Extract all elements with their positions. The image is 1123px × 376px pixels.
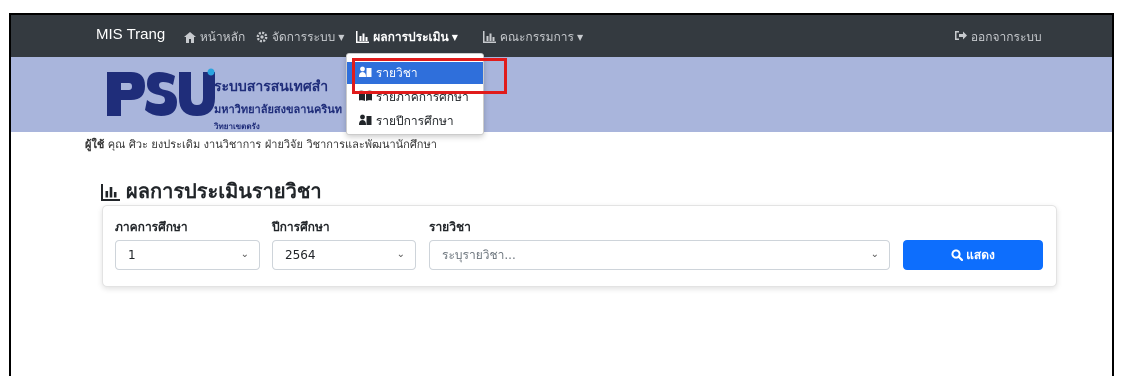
semester-label: ภาคการศึกษา [115,220,188,234]
dropdown-item-year-label: รายปีการศึกษา [375,114,454,128]
chevron-down-icon: ▼ [451,33,458,42]
chevron-down-icon: ⌄ [396,249,405,260]
page-title: ผลการประเมินรายวิชา [101,175,322,207]
semester-select[interactable]: 1 ⌄ [115,240,260,270]
nav-home-label: หน้าหลัก [199,30,246,44]
highlight-annotation-box [352,58,507,94]
show-button[interactable]: แสดง [903,240,1043,270]
chart-icon [101,184,120,201]
nav-committee-label: คณะกรรมการ [499,30,574,44]
nav-evaluation-label: ผลการประเมิน [373,30,449,44]
dropdown-item-year[interactable]: รายปีการศึกษา [347,110,483,132]
top-navbar: MIS Trang หน้าหลัก จัดการระบบ ▼ ผลการประเ… [11,15,1112,57]
nav-committee[interactable]: คณะกรรมการ ▼ [483,28,583,47]
logo-line2: มหาวิทยาลัยสงขลานครินท [214,103,342,116]
nav-system[interactable]: จัดการระบบ ▼ [256,28,344,47]
course-placeholder: ระบุรายวิชา... [442,248,516,262]
logout-icon [955,31,967,40]
year-select[interactable]: 2564 ⌄ [272,240,416,270]
course-label: รายวิชา [429,220,471,234]
logout-link[interactable]: ออกจากระบบ [955,28,1042,47]
logout-label: ออกจากระบบ [970,30,1042,44]
chevron-down-icon: ⌄ [240,249,249,260]
browser-frame: MIS Trang หน้าหลัก จัดการระบบ ▼ ผลการประเ… [9,13,1114,376]
brand-link[interactable]: MIS Trang [96,26,165,43]
course-select[interactable]: ระบุรายวิชา... ⌄ [429,240,890,270]
nav-system-label: จัดการระบบ [271,30,336,44]
logo-dot-icon [207,68,215,76]
year-value: 2564 [285,248,316,262]
nav-home[interactable]: หน้าหลัก [184,28,245,47]
user-book-icon [359,114,372,125]
year-label: ปีการศึกษา [272,220,330,234]
show-button-label: แสดง [966,248,995,262]
user-prefix: ผู้ใช้ [85,138,105,151]
gear-icon [256,31,268,43]
nav-evaluation[interactable]: ผลการประเมิน ▼ [356,28,458,47]
psu-logo-mark [107,72,215,116]
chart-icon [483,31,496,43]
semester-value: 1 [128,248,136,262]
logo-text: ระบบสารสนเทศสำ มหาวิทยาลัยสงขลานครินท วิ… [214,76,342,133]
chevron-down-icon: ▼ [338,33,345,42]
home-icon [184,32,196,43]
logo-line1: ระบบสารสนเทศสำ [214,79,329,95]
user-text: คุณ ศิวะ ยงประเดิม งานวิชาการ ฝ่ายวิจัย … [107,138,437,151]
chevron-down-icon: ⌄ [870,249,879,260]
filter-card: ภาคการศึกษา 1 ⌄ ปีการศึกษา 2564 ⌄ รายวิช… [102,205,1057,287]
search-icon [951,249,964,262]
header-banner: ระบบสารสนเทศสำ มหาวิทยาลัยสงขลานครินท วิ… [11,57,1112,132]
logo-line3: วิทยาเขตตรัง [214,122,260,131]
chart-icon [356,31,369,43]
page-title-text: ผลการประเมินรายวิชา [126,179,322,203]
user-info: ผู้ใช้ คุณ ศิวะ ยงประเดิม งานวิชาการ ฝ่า… [85,135,437,153]
chevron-down-icon: ▼ [576,33,584,42]
